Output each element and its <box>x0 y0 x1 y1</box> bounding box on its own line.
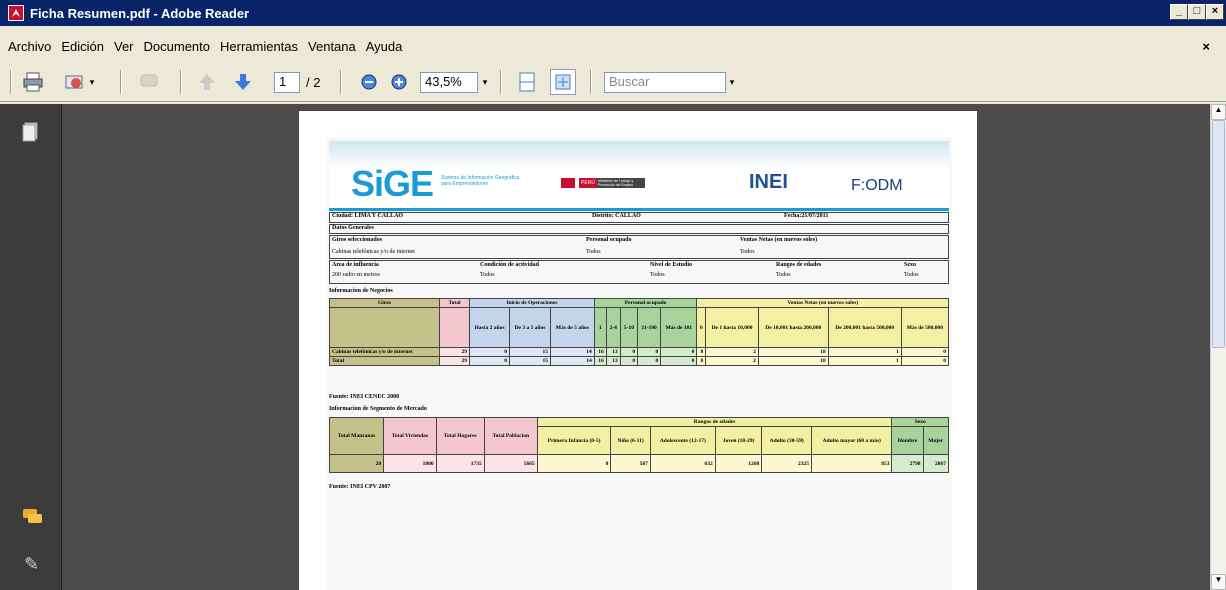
menu-bar: Archivo Edición Ver Documento Herramient… <box>0 33 1226 59</box>
menu-herramientas[interactable]: Herramientas <box>220 39 298 54</box>
close-button[interactable]: × <box>1206 4 1224 20</box>
scrollbar-thumb[interactable] <box>1212 120 1225 348</box>
comments-icon[interactable] <box>22 508 44 531</box>
zoom-out-icon[interactable] <box>356 69 382 95</box>
peru-shield-icon <box>561 178 575 188</box>
window-title: Ficha Resumen.pdf - Adobe Reader <box>30 5 250 21</box>
menu-ventana[interactable]: Ventana <box>308 39 356 54</box>
zoom-dropdown-icon[interactable]: ▾ <box>478 69 492 95</box>
document-close-icon[interactable]: × <box>1202 39 1210 54</box>
page-number-input[interactable]: 1 <box>274 72 300 93</box>
adobe-reader-icon <box>8 5 24 21</box>
table-row: 20 1800 1735 5665 0 587 632 1268 2325 85… <box>328 454 950 473</box>
vertical-scrollbar[interactable]: ▲ ▼ <box>1210 104 1226 590</box>
zoom-input[interactable]: 43,5% <box>420 72 478 93</box>
email-icon[interactable] <box>62 69 88 95</box>
search-input[interactable]: Buscar <box>604 72 726 93</box>
print-icon[interactable] <box>20 69 46 95</box>
next-page-icon[interactable] <box>230 69 256 95</box>
search-dropdown-icon[interactable]: ▾ <box>726 69 738 95</box>
segmento-table: Total Manzanas Total Viviendas Total Hog… <box>328 417 950 473</box>
sige-logo: SiGE <box>351 163 434 204</box>
menu-ver[interactable]: Ver <box>114 39 134 54</box>
fit-page-icon[interactable] <box>514 69 540 95</box>
pdf-page: SiGE Sistema de Información Geográfica p… <box>299 111 977 590</box>
menu-documento[interactable]: Documento <box>144 39 210 54</box>
title-bar: Ficha Resumen.pdf - Adobe Reader _ □ × <box>0 0 1226 26</box>
pages-icon[interactable] <box>22 122 40 147</box>
menu-edicion[interactable]: Edición <box>61 39 104 54</box>
header-banner: SiGE Sistema de Información Geográfica p… <box>329 141 949 209</box>
toolbar: ▾ 1 / 2 43,5% ▾ Buscar ▾ <box>0 62 1226 102</box>
email-dropdown-icon[interactable]: ▾ <box>86 69 98 95</box>
previous-page-icon[interactable] <box>194 69 220 95</box>
table-row: Total 29 0 15 14 16 13 0 0 0 8 2 18 1 0 <box>329 356 950 366</box>
comment-icon[interactable] <box>136 69 162 95</box>
table-row: Cabinas telefónicas y/o de internet 29 0… <box>329 347 950 357</box>
attachment-icon[interactable]: ✎ <box>24 554 39 575</box>
zoom-in-icon[interactable] <box>386 69 412 95</box>
inei-logo: INEI <box>749 171 788 193</box>
page-total: / 2 <box>306 75 321 90</box>
menu-archivo[interactable]: Archivo <box>8 39 51 54</box>
menu-ayuda[interactable]: Ayuda <box>366 39 403 54</box>
fodm-logo: F:ODM <box>851 177 903 194</box>
minimize-button[interactable]: _ <box>1170 4 1188 20</box>
negocios-table: Giros Total Inicio de Operaciones Person… <box>329 298 950 366</box>
navigation-pane: ✎ <box>0 104 62 590</box>
maximize-button[interactable]: □ <box>1188 4 1206 20</box>
fit-width-icon[interactable] <box>550 69 576 95</box>
